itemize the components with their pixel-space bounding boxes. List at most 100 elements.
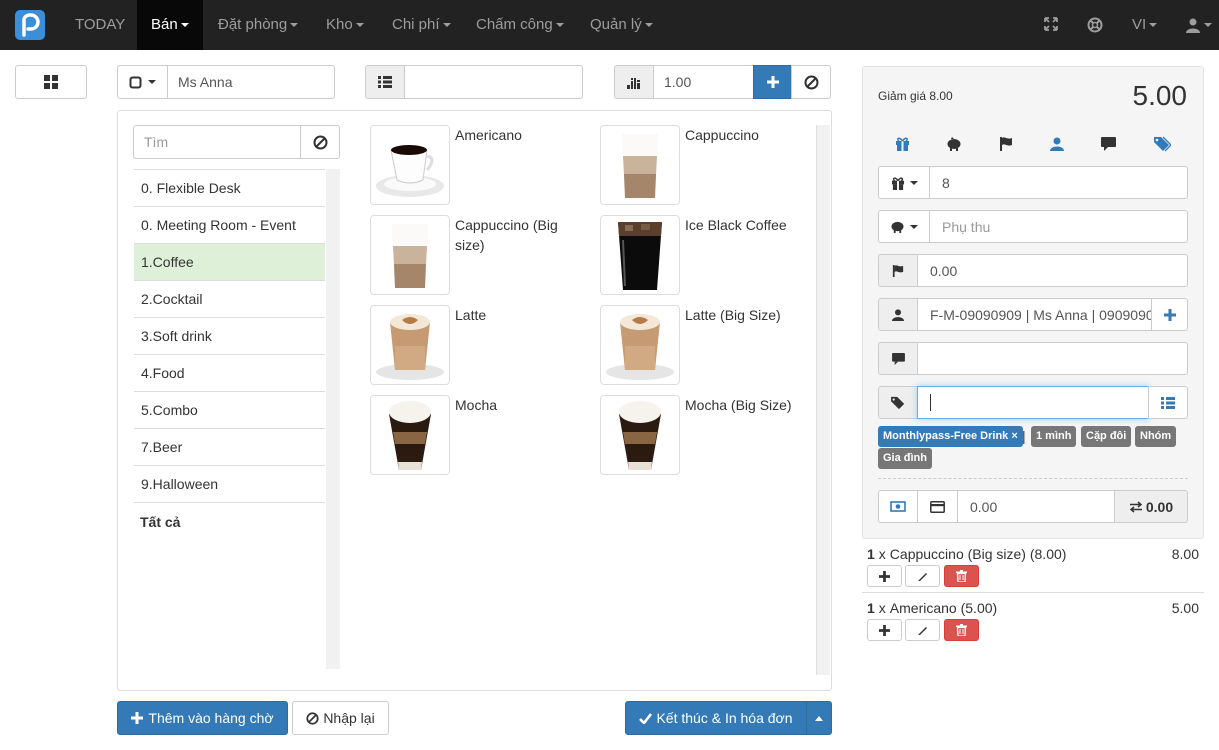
nav-booking[interactable]: Đặt phòng	[218, 0, 299, 50]
trash-icon	[956, 624, 967, 636]
reset-button[interactable]: Nhập lại	[292, 701, 389, 735]
finish-print-button[interactable]: Kết thúc & In hóa đơn	[625, 701, 807, 735]
product-image[interactable]	[600, 125, 680, 205]
quantity-input[interactable]: 1.00	[653, 65, 754, 99]
category-search-input[interactable]: Tìm	[133, 125, 301, 159]
add-customer-button[interactable]	[1151, 298, 1188, 331]
category-item[interactable]: 3.Soft drink	[134, 318, 325, 355]
clear-quantity-button[interactable]	[791, 65, 831, 99]
increase-qty-button[interactable]	[867, 565, 902, 587]
edit-line-button[interactable]	[905, 565, 940, 587]
delete-line-button[interactable]	[944, 565, 979, 587]
product-name[interactable]: Cappuccino	[685, 125, 820, 145]
money-icon	[890, 501, 906, 512]
increase-qty-button[interactable]	[867, 619, 902, 641]
finish-options-dropdown[interactable]	[806, 701, 832, 735]
text-cursor	[930, 394, 931, 411]
product-image[interactable]	[370, 395, 450, 475]
category-item[interactable]: 0. Meeting Room - Event	[134, 207, 325, 244]
person-icon	[892, 308, 904, 321]
surcharge-type-dropdown[interactable]	[878, 210, 930, 243]
person-icon[interactable]	[1050, 137, 1064, 151]
category-item[interactable]: 4.Food	[134, 355, 325, 392]
caret-down-icon	[1149, 23, 1158, 28]
nav-expense[interactable]: Chi phí	[392, 0, 451, 50]
tag-list-button[interactable]	[1148, 386, 1188, 419]
payment-input-value: 0.00	[970, 498, 998, 515]
product-name[interactable]: Cappuccino (Big size)	[455, 215, 590, 255]
flag-input[interactable]: 0.00	[917, 254, 1188, 287]
delete-line-button[interactable]	[944, 619, 979, 641]
user-menu[interactable]	[1185, 16, 1212, 34]
product-image[interactable]	[370, 215, 450, 295]
tag-family[interactable]: Gia đình	[878, 448, 932, 469]
nav-warehouse[interactable]: Kho	[326, 0, 364, 50]
payment-input[interactable]: 0.00	[957, 490, 1115, 523]
grid-view-button[interactable]	[15, 65, 87, 99]
note-input[interactable]	[917, 342, 1188, 375]
card-button[interactable]	[917, 490, 958, 523]
add-item-button[interactable]	[753, 65, 792, 99]
comment-icon[interactable]	[1101, 137, 1116, 151]
nav-sell[interactable]: Bán	[137, 0, 203, 50]
product-name[interactable]: Mocha	[455, 395, 590, 415]
table-input[interactable]	[404, 65, 583, 99]
product-image[interactable]	[600, 395, 680, 475]
lifebuoy-icon[interactable]	[1087, 17, 1103, 33]
app-logo-icon[interactable]	[15, 10, 45, 40]
product-name[interactable]: Americano	[455, 125, 590, 145]
tag-single[interactable]: 1 mình	[1031, 426, 1077, 447]
tag-input[interactable]	[917, 386, 1149, 419]
category-item[interactable]: 7.Beer	[134, 429, 325, 466]
caret-down-icon	[644, 23, 653, 28]
cash-button[interactable]	[878, 490, 918, 523]
category-item[interactable]: 9.Halloween	[134, 466, 325, 503]
pencil-icon	[917, 627, 927, 635]
product-image[interactable]	[600, 215, 680, 295]
product-name[interactable]: Ice Black Coffee	[685, 215, 820, 235]
order-customer-input[interactable]: F-M-09090909 | Ms Anna | 09090909	[917, 298, 1152, 331]
product-name[interactable]: Latte	[455, 305, 590, 325]
product-name[interactable]: Latte (Big Size)	[685, 305, 820, 325]
clear-search-button[interactable]	[300, 125, 340, 159]
tag-group[interactable]: Nhóm	[1135, 426, 1177, 447]
category-item[interactable]: 2.Cocktail	[134, 281, 325, 318]
category-item[interactable]: 0. Flexible Desk	[134, 170, 325, 207]
edit-line-button[interactable]	[905, 619, 940, 641]
nav-timekeeping[interactable]: Chấm công	[476, 0, 564, 50]
customer-type-dropdown[interactable]	[117, 65, 168, 99]
category-item[interactable]: 1.Coffee	[134, 244, 325, 281]
language-selector[interactable]: VI	[1132, 0, 1158, 50]
flag-icon[interactable]	[999, 137, 1013, 151]
product-image[interactable]	[370, 305, 450, 385]
nav-today[interactable]: TODAY	[75, 0, 125, 50]
add-to-queue-button[interactable]: Thêm vào hàng chờ	[117, 701, 288, 735]
category-search-placeholder: Tìm	[144, 134, 169, 150]
nav-manage[interactable]: Quản lý	[590, 0, 653, 50]
tags-addon	[878, 386, 918, 419]
discount-type-dropdown[interactable]	[878, 166, 930, 199]
piggy-bank-icon[interactable]	[946, 137, 962, 151]
product-image[interactable]	[370, 125, 450, 205]
discount-input[interactable]: 8	[929, 166, 1188, 199]
order-line-divider	[862, 592, 1204, 593]
tags-icon[interactable]	[1154, 136, 1171, 152]
product-name[interactable]: Mocha (Big Size)	[685, 395, 820, 415]
surcharge-input[interactable]: Phụ thu	[929, 210, 1188, 243]
tag-couple[interactable]: Cặp đôi	[1081, 426, 1132, 447]
customer-input[interactable]: Ms Anna	[167, 65, 335, 99]
trash-icon	[956, 570, 967, 582]
nav-timekeeping-label: Chấm công	[476, 16, 553, 33]
gift-icon[interactable]	[895, 136, 910, 151]
plus-icon	[879, 570, 890, 582]
table-list-button[interactable]	[365, 65, 405, 99]
fullscreen-icon[interactable]	[1044, 17, 1058, 33]
product-image[interactable]	[600, 305, 680, 385]
category-all[interactable]: Tất cả	[140, 514, 180, 530]
order-customer-value: F-M-09090909 | Ms Anna | 09090909	[930, 306, 1152, 323]
change-display: 0.00	[1114, 490, 1188, 523]
product-scrollbar[interactable]	[816, 125, 830, 675]
category-scrollbar[interactable]	[326, 169, 340, 669]
tag-monthlypass[interactable]: Monthlypass-Free Drink ×	[878, 426, 1023, 447]
category-item[interactable]: 5.Combo	[134, 392, 325, 429]
